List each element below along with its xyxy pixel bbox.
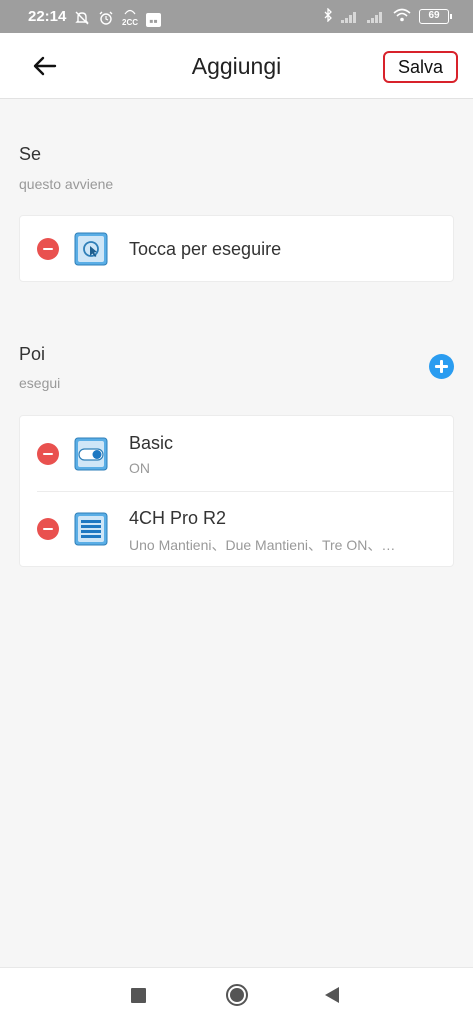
action-section-title: Poi	[19, 344, 46, 364]
network-label: 2CC	[122, 18, 139, 27]
action-item[interactable]: Basic ON	[20, 416, 453, 491]
switch-device-icon	[74, 437, 108, 470]
status-time: 22:14	[28, 8, 67, 25]
signal-strength-icon	[341, 11, 359, 23]
recent-apps-button[interactable]	[131, 988, 146, 1003]
trigger-item[interactable]: Tocca per eseguire	[20, 216, 453, 281]
action-subtitle: Uno Mantieni、Due Mantieni、Tre ON、…	[129, 537, 396, 553]
save-button[interactable]: Salva	[383, 51, 458, 83]
battery-icon: 69	[419, 9, 452, 24]
trigger-title: Tocca per eseguire	[129, 239, 282, 259]
network-speed-icon: 2CC	[122, 8, 138, 31]
action-item[interactable]: 4CH Pro R2 Uno Mantieni、Due Mantieni、Tre…	[20, 491, 453, 566]
trigger-section-title: Se	[19, 144, 42, 164]
action-title: Basic	[129, 433, 174, 453]
action-title: 4CH Pro R2	[129, 508, 227, 528]
remove-trigger-button[interactable]	[37, 237, 59, 260]
mute-notification-icon	[74, 10, 90, 30]
remove-action-button[interactable]	[37, 517, 59, 540]
system-back-button[interactable]	[325, 987, 339, 1003]
action-section-subtitle: esegui	[19, 375, 61, 391]
bluetooth-icon	[323, 7, 333, 25]
wifi-icon	[393, 8, 411, 25]
action-card: Basic ON 4CH Pro R2 Uno Mantieni、Due Man…	[19, 415, 454, 567]
tap-to-run-icon	[74, 232, 108, 265]
add-action-button[interactable]	[429, 354, 454, 379]
app-notification-icon: ▪▪	[146, 12, 162, 28]
status-bar: 22:14 2CC ▪▪ 69	[0, 0, 473, 33]
action-subtitle: ON	[129, 460, 150, 476]
remove-action-button[interactable]	[37, 442, 59, 465]
alarm-icon	[98, 10, 114, 30]
trigger-section-subtitle: questo avviene	[19, 176, 114, 192]
system-navigation-bar	[0, 967, 473, 1024]
app-header: Aggiungi Salva	[0, 33, 473, 99]
home-button[interactable]	[226, 984, 248, 1006]
signal-strength-icon-2	[367, 11, 385, 23]
multi-channel-device-icon	[74, 512, 108, 545]
trigger-card: Tocca per eseguire	[19, 215, 454, 282]
